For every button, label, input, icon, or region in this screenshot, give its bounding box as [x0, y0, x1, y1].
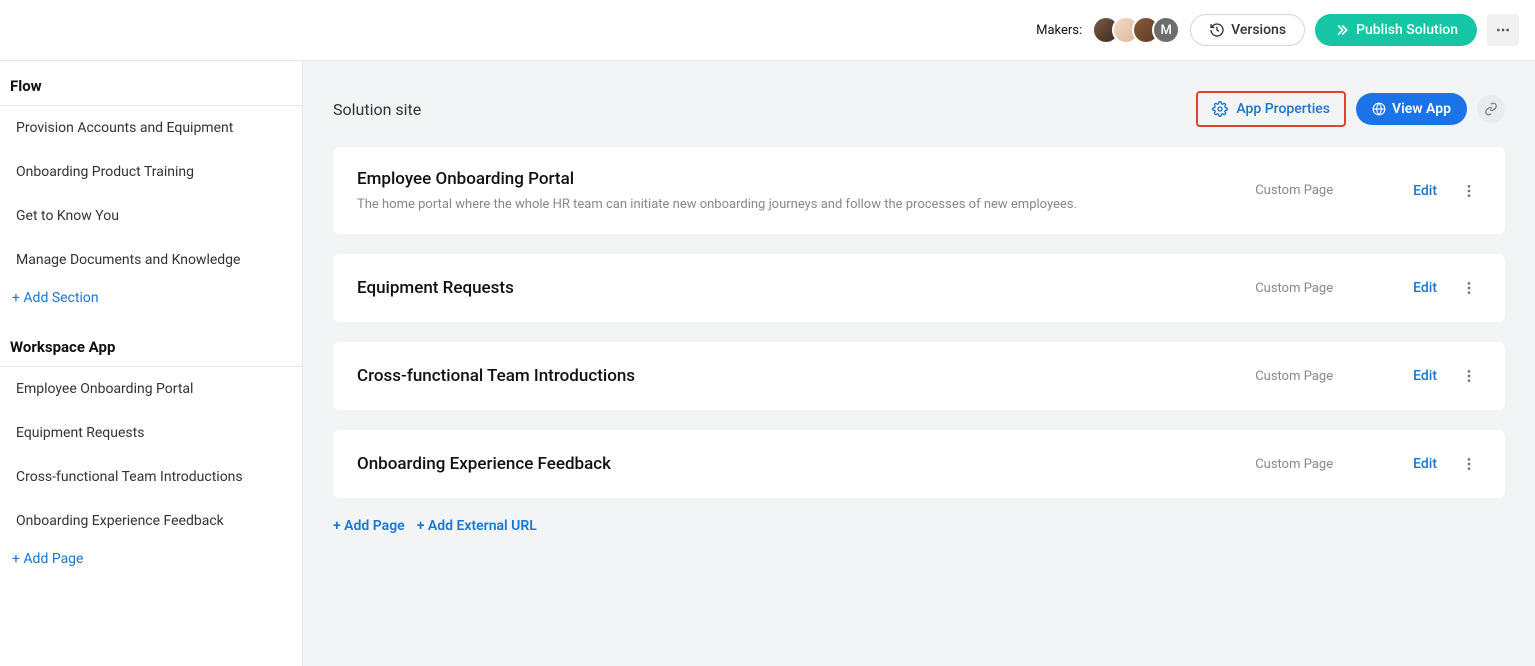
ellipsis-vertical-icon: [1461, 368, 1477, 384]
makers-avatars: M: [1092, 16, 1180, 44]
makers-label: Makers:: [1036, 23, 1082, 38]
page-card-edit-link[interactable]: Edit: [1413, 183, 1437, 199]
sidebar-workspace-item[interactable]: Cross-functional Team Introductions: [0, 455, 302, 499]
page-card: Cross-functional Team Introductions Custo…: [333, 342, 1505, 410]
versions-label: Versions: [1231, 22, 1286, 38]
page-card-body: Equipment Requests: [357, 278, 1235, 298]
main-head: Solution site App Properties View App: [333, 91, 1505, 127]
page-card: Equipment Requests Custom Page Edit: [333, 254, 1505, 322]
page-card-title: Equipment Requests: [357, 278, 1235, 298]
page-card-title: Cross-functional Team Introductions: [357, 366, 1235, 386]
ellipsis-vertical-icon: [1461, 280, 1477, 296]
ellipsis-vertical-icon: [1461, 183, 1477, 199]
publish-icon: [1334, 22, 1350, 38]
view-app-label: View App: [1392, 101, 1451, 117]
sidebar-workspace-item[interactable]: Employee Onboarding Portal: [0, 367, 302, 411]
page-card-body: Employee Onboarding Portal The home porta…: [357, 169, 1235, 212]
page-card-more-button[interactable]: [1457, 179, 1481, 203]
page-card-tag: Custom Page: [1255, 183, 1333, 198]
versions-button[interactable]: Versions: [1190, 14, 1305, 46]
page-card-tag: Custom Page: [1255, 369, 1333, 384]
page-card: Employee Onboarding Portal The home porta…: [333, 147, 1505, 234]
add-page-link[interactable]: + Add Page: [333, 518, 405, 534]
ellipsis-vertical-icon: [1461, 456, 1477, 472]
page-card: Onboarding Experience Feedback Custom Pag…: [333, 430, 1505, 498]
page-card-body: Cross-functional Team Introductions: [357, 366, 1235, 386]
page-card-more-button[interactable]: [1457, 452, 1481, 476]
gear-icon: [1212, 101, 1228, 117]
sidebar-workspace-item[interactable]: Onboarding Experience Feedback: [0, 499, 302, 543]
page-card-more-button[interactable]: [1457, 364, 1481, 388]
sidebar: Flow Provision Accounts and Equipment On…: [0, 61, 303, 666]
publish-button[interactable]: Publish Solution: [1315, 14, 1477, 46]
topbar: Makers: M Versions Publish Solution: [0, 0, 1535, 60]
sidebar-workspace-title: Workspace App: [0, 322, 302, 367]
sidebar-add-page[interactable]: + Add Page: [0, 543, 302, 583]
page-card-tag: Custom Page: [1255, 457, 1333, 472]
avatar-extra[interactable]: M: [1152, 16, 1180, 44]
link-icon: [1484, 102, 1498, 116]
app-properties-button[interactable]: App Properties: [1196, 91, 1346, 127]
history-icon: [1209, 22, 1225, 38]
topbar-more-button[interactable]: [1487, 14, 1519, 46]
page-card-edit-link[interactable]: Edit: [1413, 456, 1437, 472]
main-footer-links: + Add Page + Add External URL: [333, 518, 1505, 534]
main: Solution site App Properties View App: [303, 61, 1535, 666]
page-card-edit-link[interactable]: Edit: [1413, 368, 1437, 384]
page-card-edit-link[interactable]: Edit: [1413, 280, 1437, 296]
page-card-desc: The home portal where the whole HR team …: [357, 197, 1235, 212]
ellipsis-icon: [1495, 22, 1511, 38]
sidebar-workspace-item[interactable]: Equipment Requests: [0, 411, 302, 455]
sidebar-add-section[interactable]: + Add Section: [0, 282, 302, 322]
sidebar-flow-item[interactable]: Get to Know You: [0, 194, 302, 238]
page-card-title: Employee Onboarding Portal: [357, 169, 1235, 189]
sidebar-flow-item[interactable]: Onboarding Product Training: [0, 150, 302, 194]
sidebar-flow-title: Flow: [0, 61, 302, 106]
page-card-tag: Custom Page: [1255, 281, 1333, 296]
main-title: Solution site: [333, 100, 1186, 119]
page-card-body: Onboarding Experience Feedback: [357, 454, 1235, 474]
view-app-button[interactable]: View App: [1356, 93, 1467, 125]
sidebar-flow-item[interactable]: Provision Accounts and Equipment: [0, 106, 302, 150]
add-external-url-link[interactable]: + Add External URL: [417, 518, 537, 534]
page-card-more-button[interactable]: [1457, 276, 1481, 300]
app-properties-label: App Properties: [1236, 101, 1330, 117]
body: Flow Provision Accounts and Equipment On…: [0, 60, 1535, 666]
copy-link-button[interactable]: [1477, 95, 1505, 123]
sidebar-flow-item[interactable]: Manage Documents and Knowledge: [0, 238, 302, 282]
publish-label: Publish Solution: [1356, 22, 1458, 38]
globe-icon: [1372, 102, 1386, 116]
page-card-title: Onboarding Experience Feedback: [357, 454, 1235, 474]
